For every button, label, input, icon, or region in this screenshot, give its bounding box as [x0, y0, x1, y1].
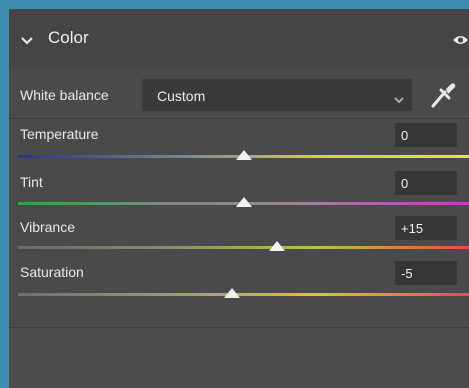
saturation-thumb[interactable] — [224, 288, 241, 298]
vibrance-track[interactable] — [18, 246, 469, 249]
temperature-input[interactable]: 0 — [395, 123, 457, 147]
divider — [9, 118, 469, 119]
saturation-label: Saturation — [20, 264, 84, 280]
section-title: Color — [48, 28, 89, 47]
saturation-input[interactable]: -5 — [395, 261, 457, 285]
vibrance-thumb[interactable] — [269, 241, 286, 251]
white-balance-value: Custom — [157, 88, 206, 104]
vibrance-input[interactable]: +15 — [395, 216, 457, 240]
chevron-down-icon[interactable] — [21, 33, 33, 45]
tint-input[interactable]: 0 — [395, 171, 457, 195]
temperature-thumb[interactable] — [235, 150, 252, 160]
vibrance-label: Vibrance — [20, 219, 76, 235]
chevron-down-icon — [394, 91, 404, 104]
tint-thumb[interactable] — [235, 197, 252, 207]
panel-footer — [9, 327, 469, 388]
tint-label: Tint — [20, 174, 43, 190]
color-panel: Color White balance Custom Temperature 0… — [9, 9, 469, 388]
temperature-label: Temperature — [20, 126, 99, 142]
white-balance-select[interactable]: Custom — [142, 79, 412, 111]
white-balance-label: White balance — [20, 87, 109, 103]
eye-icon[interactable] — [452, 33, 469, 45]
eyedropper-icon[interactable] — [427, 78, 457, 110]
color-section-header[interactable]: Color — [9, 9, 469, 67]
saturation-track[interactable] — [18, 293, 469, 296]
